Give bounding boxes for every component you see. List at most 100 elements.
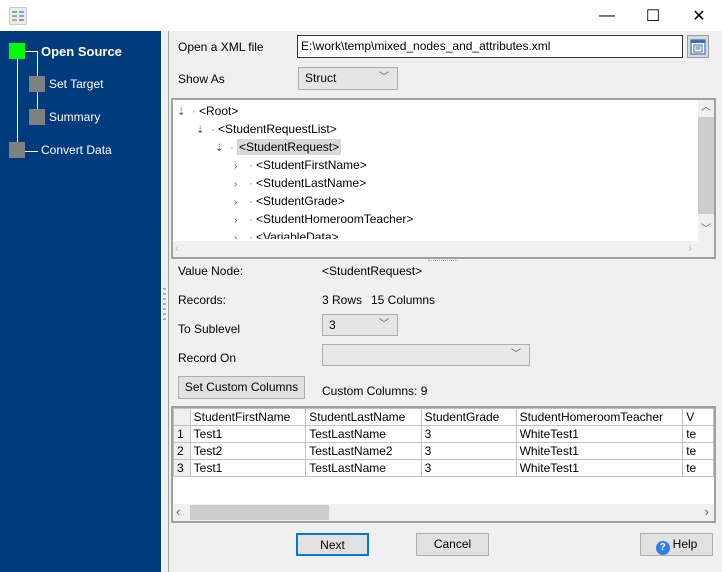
cell[interactable]: Test2 — [189, 442, 307, 460]
document-icon — [690, 39, 706, 55]
expanded-icon[interactable]: ⇣ — [177, 107, 189, 118]
tree-node[interactable]: › · <VariableData> — [234, 230, 339, 239]
value-node-label: Value Node: — [178, 264, 244, 278]
maximize-button[interactable]: ☐ — [630, 0, 676, 31]
close-icon: ✕ — [692, 7, 706, 25]
tree-horizontal-scrollbar[interactable]: ‹ › — [173, 241, 714, 257]
file-path-input[interactable]: E:\work\temp\mixed_nodes_and_attributes.… — [297, 35, 683, 58]
step-indicator-open-source — [9, 43, 25, 59]
tree-resize-grip[interactable] — [428, 260, 458, 263]
cell[interactable]: 3 — [420, 425, 517, 443]
collapsed-icon[interactable]: › — [234, 233, 246, 239]
step-indicator-set-target — [29, 76, 45, 92]
value-node-value: <StudentRequest> — [322, 264, 423, 278]
chevron-down-icon: ﹀ — [379, 72, 389, 83]
tree-node[interactable]: › · <StudentHomeroomTeacher> — [234, 212, 413, 226]
column-header[interactable]: StudentFirstName — [189, 408, 307, 426]
step-open-source[interactable]: Open Source — [41, 44, 122, 59]
tree-node-selected[interactable]: ⇣ · <StudentRequest> — [215, 139, 342, 155]
title-bar: — ☐ ✕ — [0, 0, 722, 31]
tree-node[interactable]: ⇣ · <StudentRequestList> — [196, 122, 337, 136]
scroll-up-icon[interactable]: ︿ — [698, 100, 714, 116]
tree-vertical-scrollbar[interactable]: ︿ ﹀ — [698, 100, 714, 241]
open-file-label: Open a XML file — [178, 40, 264, 54]
records-label: Records: — [178, 293, 227, 307]
cell[interactable]: 3 — [420, 459, 517, 477]
table-row[interactable]: 1 Test1 TestLastName 3 WhiteTest1 te — [173, 425, 714, 443]
table-row[interactable]: 3 Test1 TestLastName 3 WhiteTest1 te — [173, 459, 714, 477]
scroll-right-icon[interactable]: › — [705, 504, 709, 519]
table-row[interactable]: 2 Test2 TestLastName2 3 WhiteTest1 te — [173, 442, 714, 460]
collapsed-icon[interactable]: › — [234, 161, 246, 172]
cell[interactable]: WhiteTest1 — [515, 442, 684, 460]
column-header[interactable]: StudentGrade — [420, 408, 517, 426]
custom-columns-count: Custom Columns: 9 — [322, 384, 428, 398]
cell[interactable]: te — [682, 442, 714, 460]
show-as-value: Struct — [305, 71, 337, 85]
scrollbar-thumb[interactable] — [190, 505, 329, 520]
record-on-label: Record On — [178, 351, 237, 365]
cell[interactable]: te — [682, 425, 714, 443]
scrollbar-thumb[interactable] — [698, 117, 714, 214]
sublevel-dropdown[interactable]: 3 ﹀ — [322, 314, 398, 336]
collapsed-icon[interactable]: › — [234, 215, 246, 226]
scroll-left-icon[interactable]: ‹ — [175, 241, 179, 255]
cell[interactable]: 3 — [420, 442, 517, 460]
tree-node[interactable]: › · <StudentLastName> — [234, 176, 366, 190]
records-columns: 15 Columns — [371, 293, 436, 307]
browse-button[interactable] — [687, 35, 709, 58]
next-button[interactable]: Next — [296, 533, 369, 556]
column-header[interactable]: StudentLastName — [305, 408, 422, 426]
expanded-icon[interactable]: ⇣ — [215, 143, 227, 154]
help-label: Help — [672, 537, 698, 551]
tree-node[interactable]: › · <StudentFirstName> — [234, 158, 367, 172]
collapsed-icon[interactable]: › — [234, 179, 246, 190]
xml-tree-view[interactable]: ⇣ · <Root> ⇣ · <StudentRequestList> ⇣ · <Stude… — [171, 98, 716, 259]
sublevel-label: To Sublevel — [178, 322, 241, 336]
step-summary[interactable]: Summary — [49, 110, 100, 124]
data-table: StudentFirstName StudentLastName Student… — [173, 408, 714, 477]
step-convert-data[interactable]: Convert Data — [41, 143, 112, 157]
cell[interactable]: te — [682, 459, 714, 477]
step-connector — [17, 59, 18, 151]
chevron-down-icon: ﹀ — [511, 349, 521, 360]
record-on-dropdown[interactable]: ﹀ — [322, 344, 530, 366]
help-button[interactable]: ? Help — [640, 533, 713, 556]
tree-node[interactable]: › · <StudentGrade> — [234, 194, 345, 208]
close-button[interactable]: ✕ — [676, 0, 722, 31]
cell[interactable]: TestLastName — [305, 459, 422, 477]
column-header[interactable]: V — [682, 408, 714, 426]
row-number: 3 — [173, 459, 191, 477]
cell[interactable]: Test1 — [189, 459, 307, 477]
scroll-left-icon[interactable]: ‹ — [176, 504, 180, 519]
maximize-icon: ☐ — [645, 7, 661, 25]
scroll-down-icon[interactable]: ﹀ — [698, 222, 714, 238]
collapsed-icon[interactable]: › — [234, 197, 246, 208]
records-rows: 3 Rows — [322, 293, 363, 307]
cancel-button[interactable]: Cancel — [416, 533, 489, 556]
step-set-target[interactable]: Set Target — [49, 77, 103, 91]
sublevel-value: 3 — [329, 318, 336, 332]
preview-data-grid[interactable]: StudentFirstName StudentLastName Student… — [171, 406, 716, 523]
minimize-button[interactable]: — — [584, 0, 630, 31]
set-custom-columns-button[interactable]: Set Custom Columns — [178, 376, 305, 399]
table-header-row: StudentFirstName StudentLastName Student… — [173, 408, 714, 426]
cell[interactable]: WhiteTest1 — [515, 459, 684, 477]
grid-horizontal-scrollbar[interactable]: ‹ › — [173, 504, 714, 521]
scroll-right-icon[interactable]: › — [688, 241, 692, 255]
expanded-icon[interactable]: ⇣ — [196, 125, 208, 136]
cell[interactable]: TestLastName — [305, 425, 422, 443]
show-as-dropdown[interactable]: Struct ﹀ — [298, 67, 398, 90]
help-icon: ? — [655, 541, 670, 555]
cell[interactable]: WhiteTest1 — [515, 425, 684, 443]
cell[interactable]: Test1 — [189, 425, 307, 443]
tree-node[interactable]: ⇣ · <Root> — [177, 104, 238, 118]
column-header[interactable]: StudentHomeroomTeacher — [515, 408, 684, 426]
app-icon — [9, 7, 27, 25]
show-as-label: Show As — [178, 72, 225, 86]
step-connector — [25, 151, 38, 152]
row-number: 1 — [173, 425, 191, 443]
step-indicator-summary — [29, 109, 45, 125]
minimize-icon: — — [599, 6, 615, 24]
cell[interactable]: TestLastName2 — [305, 442, 422, 460]
